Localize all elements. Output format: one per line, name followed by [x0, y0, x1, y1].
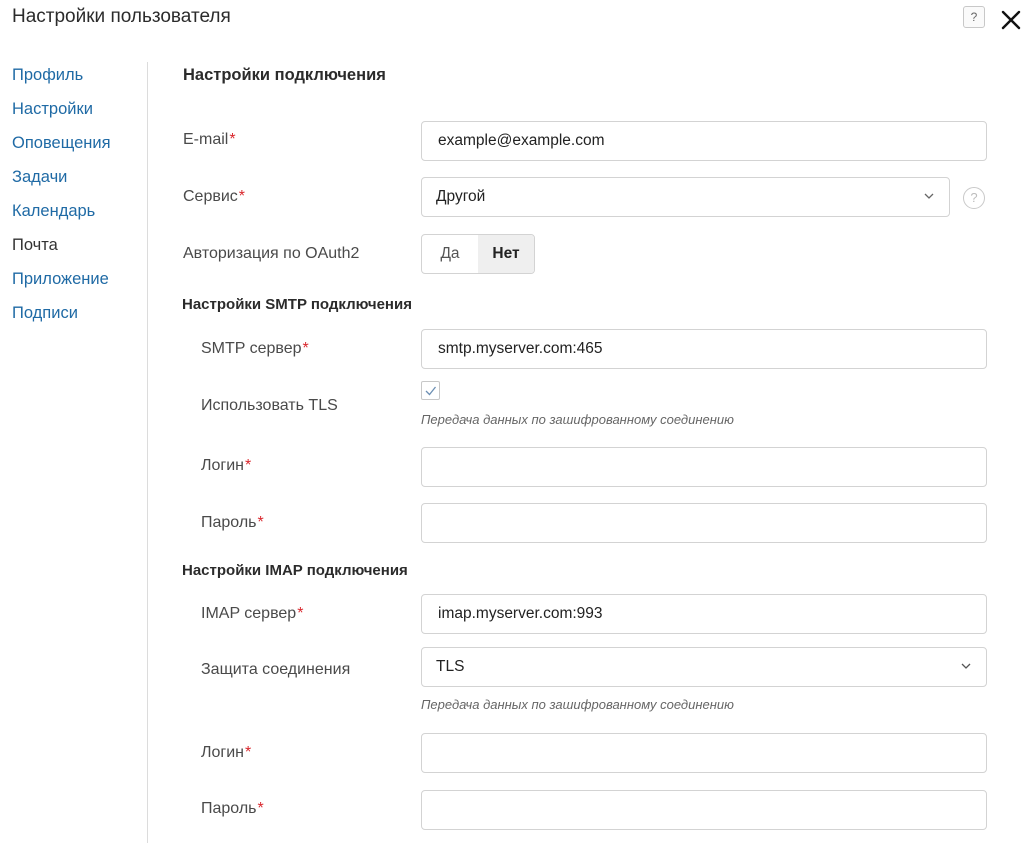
imap-password-label: Пароль* — [201, 800, 264, 818]
sidebar-item-notifications[interactable]: Оповещения — [12, 132, 142, 166]
required-mark: * — [238, 188, 246, 205]
tls-label: Использовать TLS — [201, 397, 338, 414]
section-title-imap: Настройки IMAP подключения — [182, 562, 408, 579]
oauth-no-option[interactable]: Нет — [478, 235, 534, 273]
service-label-text: Сервис — [183, 188, 238, 205]
smtp-login-label: Логин* — [201, 457, 251, 475]
required-mark: * — [297, 605, 304, 622]
close-button[interactable] — [999, 6, 1023, 30]
required-mark: * — [257, 800, 264, 817]
imap-password-field[interactable] — [421, 790, 987, 830]
question-icon[interactable]: ? — [963, 187, 985, 209]
email-field[interactable]: example@example.com — [421, 121, 987, 161]
sidebar-item-tasks[interactable]: Задачи — [12, 166, 142, 200]
imap-server-label: IMAP сервер* — [201, 605, 303, 623]
section-title-smtp: Настройки SMTP подключения — [182, 296, 412, 313]
email-label: E-mail* — [183, 131, 236, 149]
tls-checkbox[interactable] — [421, 381, 440, 400]
imap-password-label-text: Пароль — [201, 800, 257, 817]
smtp-login-field[interactable] — [421, 447, 987, 487]
required-mark: * — [257, 514, 264, 531]
check-icon — [425, 386, 437, 396]
imap-security-hint: Передача данных по зашифрованному соедин… — [421, 697, 734, 712]
sidebar-item-profile[interactable]: Профиль — [12, 64, 142, 98]
service-select[interactable]: Другой — [421, 177, 950, 217]
sidebar-item-settings[interactable]: Настройки — [12, 98, 142, 132]
imap-server-label-text: IMAP сервер — [201, 605, 297, 622]
oauth-label: Авторизация по OAuth2 — [183, 245, 360, 262]
chevron-down-icon — [961, 663, 971, 669]
imap-login-label: Логин* — [201, 744, 251, 762]
section-title-connection: Настройки подключения — [183, 66, 386, 84]
required-mark: * — [229, 131, 236, 148]
sidebar-divider — [147, 62, 148, 843]
smtp-login-label-text: Логин — [201, 457, 245, 474]
sidebar-item-mail[interactable]: Почта — [12, 234, 142, 268]
smtp-password-field[interactable] — [421, 503, 987, 543]
help-button[interactable]: ? — [963, 6, 985, 28]
smtp-password-label-text: Пароль — [201, 514, 257, 531]
chevron-down-icon — [924, 193, 934, 199]
smtp-server-label-text: SMTP сервер — [201, 340, 302, 357]
sidebar-item-app[interactable]: Приложение — [12, 268, 142, 302]
oauth-yes-option[interactable]: Да — [422, 235, 478, 273]
imap-login-label-text: Логин — [201, 744, 245, 761]
imap-login-field[interactable] — [421, 733, 987, 773]
smtp-server-label: SMTP сервер* — [201, 340, 309, 358]
close-icon — [1001, 10, 1021, 30]
imap-security-value: TLS — [436, 658, 465, 675]
imap-security-select[interactable]: TLS — [421, 647, 987, 687]
service-select-value: Другой — [436, 188, 486, 205]
required-mark: * — [302, 340, 309, 357]
imap-server-field[interactable]: imap.myserver.com:993 — [421, 594, 987, 634]
service-label: Сервис* — [183, 188, 245, 206]
smtp-password-label: Пароль* — [201, 514, 264, 532]
page-title: Настройки пользователя — [12, 6, 231, 27]
imap-security-label: Защита соединения — [201, 661, 351, 678]
required-mark: * — [245, 457, 252, 474]
sidebar-item-calendar[interactable]: Календарь — [12, 200, 142, 234]
sidebar: Профиль Настройки Оповещения Задачи Кале… — [12, 64, 142, 336]
required-mark: * — [245, 744, 252, 761]
smtp-server-field[interactable]: smtp.myserver.com:465 — [421, 329, 987, 369]
oauth-toggle: Да Нет — [421, 234, 535, 274]
tls-hint: Передача данных по зашифрованному соедин… — [421, 412, 734, 427]
sidebar-item-signatures[interactable]: Подписи — [12, 302, 142, 336]
email-label-text: E-mail — [183, 131, 229, 148]
